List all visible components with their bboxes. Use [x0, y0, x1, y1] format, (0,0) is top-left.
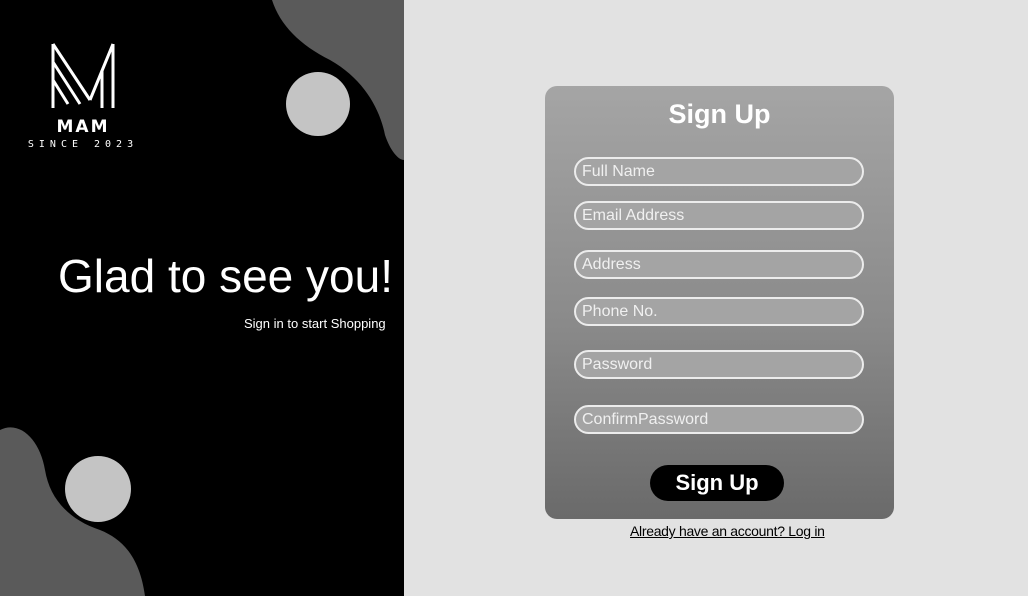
bottom-circle: [65, 456, 131, 522]
brand-logo: MAM SINCE 2023: [22, 40, 144, 151]
signup-card: Sign Up Sign Up: [545, 86, 894, 519]
email-input[interactable]: [574, 201, 864, 230]
brand-tagline: SINCE 2023: [27, 139, 139, 150]
bottom-left-blob: [0, 427, 145, 596]
confirm-password-input[interactable]: [574, 405, 864, 434]
brand-panel: MAM SINCE 2023 Glad to see you! Sign in …: [0, 0, 404, 596]
mam-logo-icon: [51, 43, 115, 108]
brand-name: MAM: [56, 117, 110, 137]
sign-up-button[interactable]: Sign Up: [650, 465, 784, 501]
greeting-heading: Glad to see you!: [58, 250, 393, 302]
signup-title: Sign Up: [668, 99, 771, 129]
address-input[interactable]: [574, 250, 864, 279]
greeting-subtext: Sign in to start Shopping: [244, 316, 386, 331]
full-name-input[interactable]: [574, 157, 864, 186]
phone-input[interactable]: [574, 297, 864, 326]
top-circle: [286, 72, 350, 136]
password-input[interactable]: [574, 350, 864, 379]
login-link[interactable]: Already have an account? Log in: [630, 523, 825, 539]
